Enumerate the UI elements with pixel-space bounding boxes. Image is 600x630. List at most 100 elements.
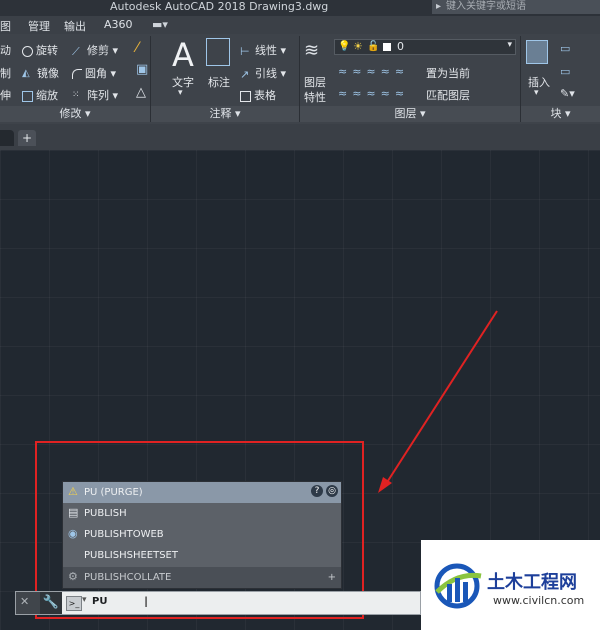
modify-extra-icon-1[interactable]: ⁄ (136, 40, 138, 56)
menu-item-output[interactable]: 输出 (64, 18, 86, 34)
panel-block-label: 块 (550, 107, 562, 120)
modify-move-button[interactable]: 动 (0, 42, 11, 58)
leader-label: 引线 (255, 67, 277, 80)
plus-icon[interactable]: + (328, 567, 336, 588)
help-icon[interactable]: ? (311, 485, 323, 497)
array-button[interactable]: ⁙ 阵列 ▾ (72, 87, 118, 103)
block-attribute-icon[interactable]: ✎▾ (560, 87, 575, 100)
leader-button[interactable]: ↗ 引线 ▾ (240, 65, 286, 81)
layer-properties-icon[interactable]: ≋ (304, 40, 319, 61)
insert-block-icon[interactable] (526, 40, 548, 64)
trim-button[interactable]: ⟋ 修剪 ▾ (72, 42, 118, 58)
panel-annotation-title[interactable]: 注释 ▾ (151, 106, 299, 122)
autocomplete-item-purge[interactable]: ⚠ PU (PURGE) ? ◎ (63, 482, 341, 503)
drawing-tab[interactable] (0, 130, 14, 146)
trim-icon: ⟋ (72, 45, 80, 58)
autocomplete-item-label: PUBLISH (84, 508, 127, 519)
autocomplete-item-label: PUBLISHCOLLATE (84, 572, 172, 583)
layer-tools-row-1[interactable]: ≈≈≈≈≈ (338, 65, 409, 78)
dimension-icon[interactable] (206, 38, 230, 66)
prompt-dropdown-icon[interactable]: ▾ (82, 595, 87, 605)
command-input[interactable]: PU (92, 596, 107, 607)
autocomplete-item-publishsheetset[interactable]: PUBLISHSHEETSET (63, 545, 341, 566)
autocomplete-item-publishtoweb[interactable]: ◉ PUBLISHTOWEB (63, 524, 341, 545)
fillet-label: 圆角 (85, 67, 107, 80)
rotate-icon (22, 45, 33, 57)
array-icon: ⁙ (72, 90, 80, 100)
modify-copy-button[interactable]: 制 (0, 65, 11, 81)
text-dropdown-icon[interactable]: ▾ (178, 88, 183, 98)
insert-button[interactable]: 插入 (528, 74, 550, 90)
gear-icon: ⚙ (68, 570, 78, 583)
autocomplete-item-publish[interactable]: ▤ PUBLISH (63, 503, 341, 524)
menu-expand-icon[interactable]: ▬▾ (152, 18, 168, 31)
globe-icon[interactable]: ◎ (326, 485, 338, 497)
watermark-logo: 土木工程网 www.civilcn.com (421, 540, 600, 630)
copy-label: 制 (0, 67, 11, 80)
lightbulb-icon: 💡 (338, 41, 351, 52)
menu-item-view[interactable]: 图 (0, 18, 11, 34)
sun-icon: ☀ (353, 40, 363, 53)
trim-label: 修剪 (87, 44, 109, 57)
table-button[interactable]: 表格 (240, 87, 276, 103)
layer-properties-line2[interactable]: 特性 (304, 89, 326, 105)
search-box[interactable]: 键入关键字或短语 (432, 0, 600, 14)
mirror-button[interactable]: ◭ 镜像 (22, 65, 59, 81)
panel-layers-title[interactable]: 图层 ▾ (300, 106, 520, 122)
layer-tools-row-2[interactable]: ≈≈≈≈≈ (338, 87, 409, 100)
menu-bar: 图 管理 输出 A360 ▬▾ (0, 16, 600, 34)
menu-item-manage[interactable]: 管理 (28, 18, 50, 34)
text-icon[interactable]: A (172, 36, 194, 74)
wrench-icon[interactable]: 🔧 (40, 592, 62, 614)
command-grip-icon[interactable]: ✕ (16, 592, 40, 614)
command-line: ✕ 🔧 >_ ▾ PU I (15, 591, 421, 615)
chevron-down-icon: ▾ (507, 40, 512, 50)
linear-button[interactable]: ⊢ 线性 ▾ (240, 42, 286, 58)
scale-label: 缩放 (36, 89, 58, 102)
block-edit-icon[interactable]: ▭ (560, 65, 570, 78)
autocomplete-item-label: PUBLISHTOWEB (84, 529, 164, 540)
modify-extra-icon-3[interactable]: △ (136, 85, 146, 100)
leader-icon: ↗ (240, 68, 250, 81)
current-layer-name: 0 (397, 40, 404, 53)
new-tab-button[interactable]: + (18, 130, 36, 146)
panel-block-title[interactable]: 块 ▾ (521, 106, 600, 122)
autocomplete-item-label: PU (PURGE) (84, 487, 143, 498)
mirror-icon: ◭ (22, 68, 30, 79)
logo-mark-icon (434, 563, 482, 609)
lock-icon: 🔓 (367, 41, 380, 52)
mirror-label: 镜像 (37, 67, 59, 80)
block-create-icon[interactable]: ▭ (560, 42, 570, 55)
move-label: 动 (0, 44, 11, 57)
modify-stretch-button[interactable]: 伸 (0, 87, 11, 103)
modify-extra-icon-2[interactable]: ▣ (136, 62, 148, 77)
panel-modify-label: 修改 (59, 107, 82, 120)
table-icon (240, 90, 251, 102)
rotate-label: 旋转 (36, 44, 58, 57)
linear-label: 线性 (255, 44, 277, 57)
autocomplete-list: ⚠ PU (PURGE) ? ◎ ▤ PUBLISH ◉ PUBLISHTOWE… (62, 481, 342, 589)
insert-dropdown-icon[interactable]: ▾ (534, 88, 539, 98)
set-current-button[interactable]: 置为当前 (426, 65, 470, 81)
panel-separator (299, 36, 300, 122)
dimension-button[interactable]: 标注 (208, 74, 230, 90)
panel-separator (150, 36, 151, 122)
scale-button[interactable]: 缩放 (22, 87, 58, 103)
layer-properties-line1[interactable]: 图层 (304, 74, 326, 90)
match-layer-button[interactable]: 匹配图层 (426, 87, 470, 103)
close-icon[interactable]: ✕ (20, 595, 29, 608)
command-prompt-icon[interactable]: >_ (66, 596, 82, 611)
panel-modify-title[interactable]: 修改 ▾ (0, 106, 150, 122)
logo-url: www.civilcn.com (493, 594, 585, 607)
layer-dropdown[interactable]: 💡 ☀ 🔓 0 ▾ (334, 39, 516, 55)
menu-item-a360[interactable]: A360 (104, 18, 133, 31)
text-button[interactable]: 文字 (172, 74, 194, 90)
title-bar: Autodesk AutoCAD 2018 Drawing3.dwg 键入关键字… (0, 0, 600, 16)
array-label: 阵列 (87, 89, 109, 102)
rotate-button[interactable]: 旋转 (22, 42, 58, 58)
text-cursor-icon: I (144, 595, 149, 611)
window-title: Autodesk AutoCAD 2018 Drawing3.dwg (110, 0, 329, 13)
autocomplete-item-publishcollate[interactable]: ⚙ PUBLISHCOLLATE + (63, 567, 341, 588)
fillet-button[interactable]: 圆角 ▾ (72, 65, 116, 81)
fillet-icon (72, 69, 82, 79)
